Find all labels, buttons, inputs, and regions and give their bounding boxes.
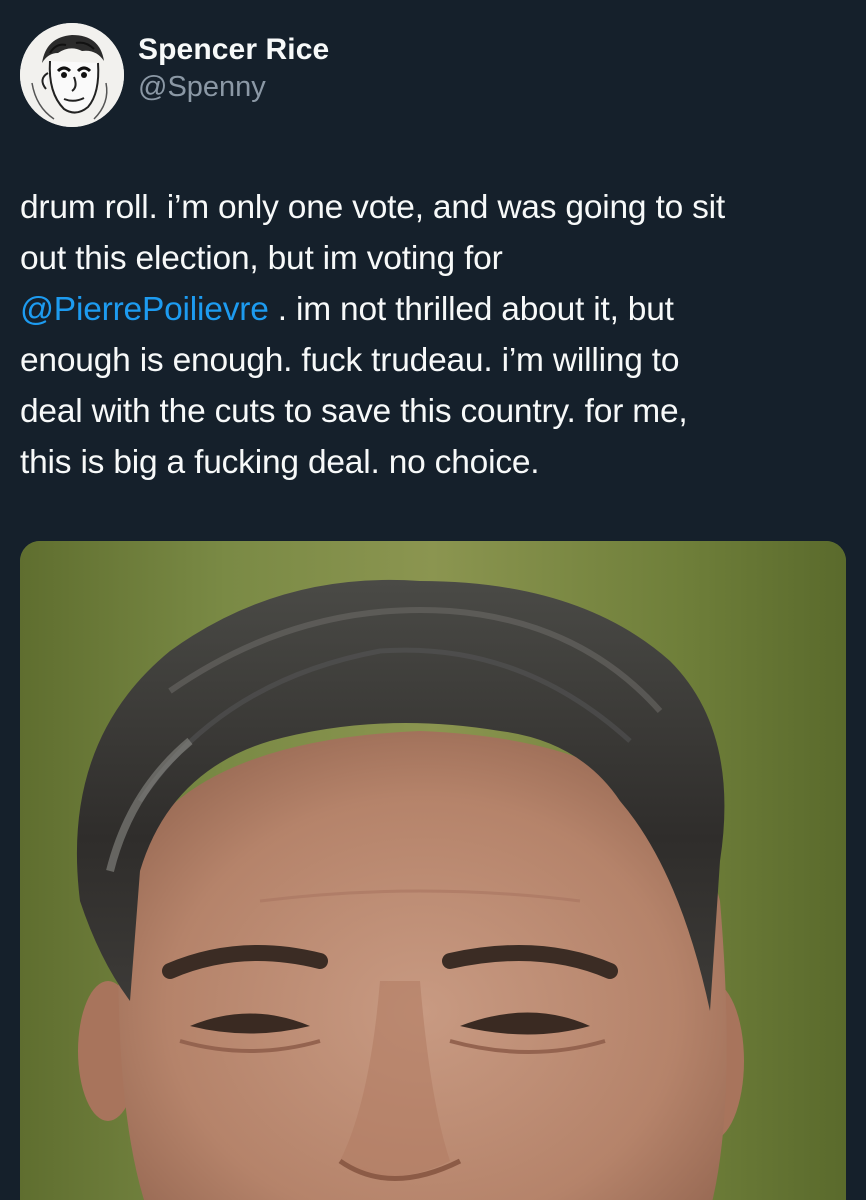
cartoon-avatar-icon [20,23,124,127]
author-names: Spencer Rice @Spenny [138,32,329,104]
tweet-line: out this election, but im voting for [20,240,503,277]
display-name[interactable]: Spencer Rice [138,32,329,68]
tweet-line: drum roll. i’m only one vote, and was go… [20,189,726,226]
avatar[interactable] [20,23,124,127]
tweet-text: drum roll. i’m only one vote, and was go… [20,182,846,488]
tweet-line: enough is enough. fuck trudeau. i’m will… [20,342,680,379]
handle[interactable]: @Spenny [138,70,329,104]
tweet-line-continuation: . im not thrilled about it, but [268,291,674,328]
mention-link[interactable]: @PierrePoilievre [20,291,269,328]
tweet-line: deal with the cuts to save this country.… [20,393,688,430]
tweet-line-with-mention: @PierrePoilievre . im not thrilled about… [20,284,846,335]
tweet-photo[interactable] [20,541,846,1200]
tweet: Spencer Rice @Spenny drum roll. i’m only… [0,0,866,1200]
tweet-line: this is big a fucking deal. no choice. [20,444,540,481]
tweet-header: Spencer Rice @Spenny [20,22,329,128]
portrait-photo [20,541,846,1200]
